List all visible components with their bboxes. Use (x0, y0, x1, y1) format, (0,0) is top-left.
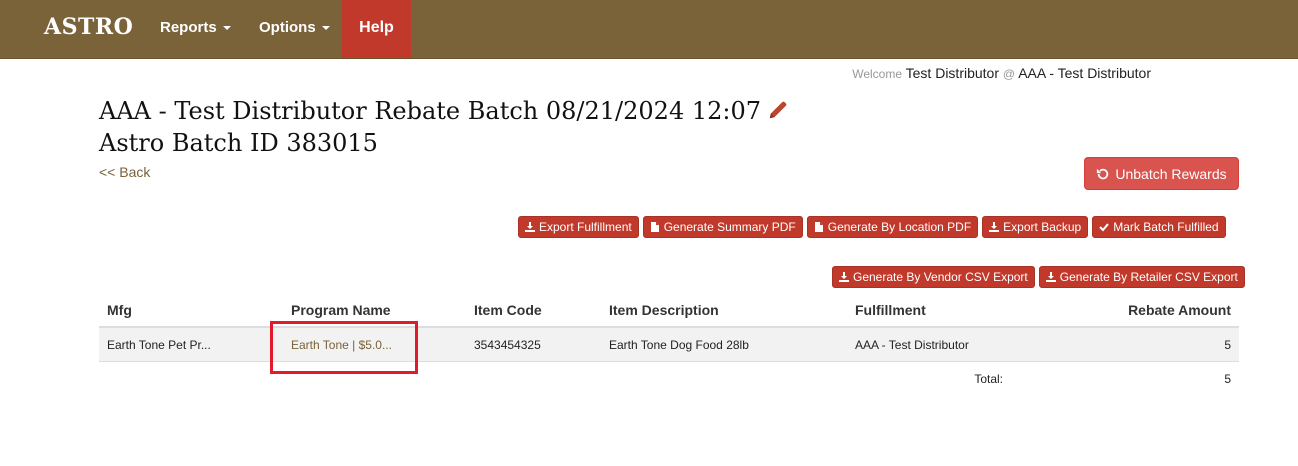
nav-reports-label: Reports (160, 19, 217, 36)
export-backup-label: Export Backup (1003, 220, 1082, 234)
batch-actions-row: Export Fulfillment Generate Summary PDF … (518, 216, 1226, 238)
retailer-csv-export-label: Generate By Retailer CSV Export (1059, 270, 1238, 284)
export-backup-button[interactable]: Export Backup (982, 216, 1089, 238)
header-item-description: Item Description (601, 293, 847, 328)
generate-location-pdf-label: Generate By Location PDF (827, 220, 972, 234)
download-icon (989, 222, 1000, 232)
check-icon (1099, 223, 1109, 232)
header-item-code: Item Code (466, 293, 601, 328)
export-fulfillment-label: Export Fulfillment (539, 220, 632, 234)
welcome-prefix: Welcome (852, 67, 902, 81)
nav-options-menu[interactable]: Options (259, 0, 330, 58)
nav-options-label: Options (259, 19, 316, 36)
caret-down-icon (321, 26, 330, 31)
caret-down-icon (222, 26, 231, 31)
download-icon (839, 272, 849, 282)
header-mfg: Mfg (99, 293, 283, 328)
vendor-csv-export-label: Generate By Vendor CSV Export (853, 270, 1028, 284)
back-link[interactable]: << Back (99, 164, 150, 180)
cell-item-description: Earth Tone Dog Food 28lb (601, 327, 847, 362)
pencil-edit-icon[interactable] (767, 98, 789, 128)
cell-fulfillment: AAA - Test Distributor (847, 327, 1063, 362)
table-row: Earth Tone Pet Pr... Earth Tone | $5.0..… (99, 327, 1239, 362)
total-row: Total: 5 (99, 362, 1239, 396)
csv-export-row: Generate By Vendor CSV Export Generate B… (832, 266, 1245, 288)
batch-title: AAA - Test Distributor Rebate Batch 08/2… (99, 97, 762, 125)
pdf-file-icon (814, 222, 823, 232)
cell-rebate-amount: 5 (1063, 327, 1239, 362)
welcome-bar: Welcome Test Distributor @ AAA - Test Di… (852, 65, 1151, 81)
retailer-csv-export-button[interactable]: Generate By Retailer CSV Export (1038, 266, 1245, 288)
cell-mfg: Earth Tone Pet Pr... (99, 327, 283, 362)
generate-summary-pdf-label: Generate Summary PDF (663, 220, 796, 234)
total-label: Total: (974, 371, 1003, 386)
table-header-row: Mfg Program Name Item Code Item Descript… (99, 293, 1239, 328)
mark-batch-fulfilled-label: Mark Batch Fulfilled (1113, 220, 1219, 234)
vendor-csv-export-button[interactable]: Generate By Vendor CSV Export (832, 266, 1035, 288)
pdf-file-icon (650, 222, 659, 232)
header-program-name: Program Name (283, 293, 466, 328)
export-fulfillment-button[interactable]: Export Fulfillment (518, 216, 639, 238)
mark-batch-fulfilled-button[interactable]: Mark Batch Fulfilled (1092, 216, 1226, 238)
unbatch-rewards-button[interactable]: Unbatch Rewards (1084, 157, 1239, 190)
welcome-user: Test Distributor (905, 65, 999, 81)
top-navbar: ASTRO Reports Options Help (0, 0, 1298, 59)
batch-id: Astro Batch ID 383015 (99, 128, 378, 157)
total-value: 5 (1224, 371, 1231, 386)
welcome-at: @ (1002, 67, 1016, 81)
welcome-org: AAA - Test Distributor (1018, 65, 1151, 81)
unbatch-rewards-label: Unbatch Rewards (1115, 165, 1227, 182)
generate-location-pdf-button[interactable]: Generate By Location PDF (806, 216, 979, 238)
download-icon (525, 222, 535, 232)
rebate-table: Mfg Program Name Item Code Item Descript… (99, 293, 1239, 395)
nav-help-button[interactable]: Help (342, 0, 411, 58)
program-name-link[interactable]: Earth Tone | $5.0... (291, 338, 392, 352)
undo-icon (1097, 168, 1109, 179)
header-fulfillment: Fulfillment (847, 293, 1063, 328)
brand-logo[interactable]: ASTRO (44, 14, 133, 40)
header-rebate-amount: Rebate Amount (1063, 293, 1239, 328)
download-icon (1045, 272, 1056, 282)
generate-summary-pdf-button[interactable]: Generate Summary PDF (642, 216, 803, 238)
nav-reports-menu[interactable]: Reports (160, 0, 231, 58)
cell-item-code: 3543454325 (466, 327, 601, 362)
page-title: AAA - Test Distributor Rebate Batch 08/2… (99, 96, 859, 158)
